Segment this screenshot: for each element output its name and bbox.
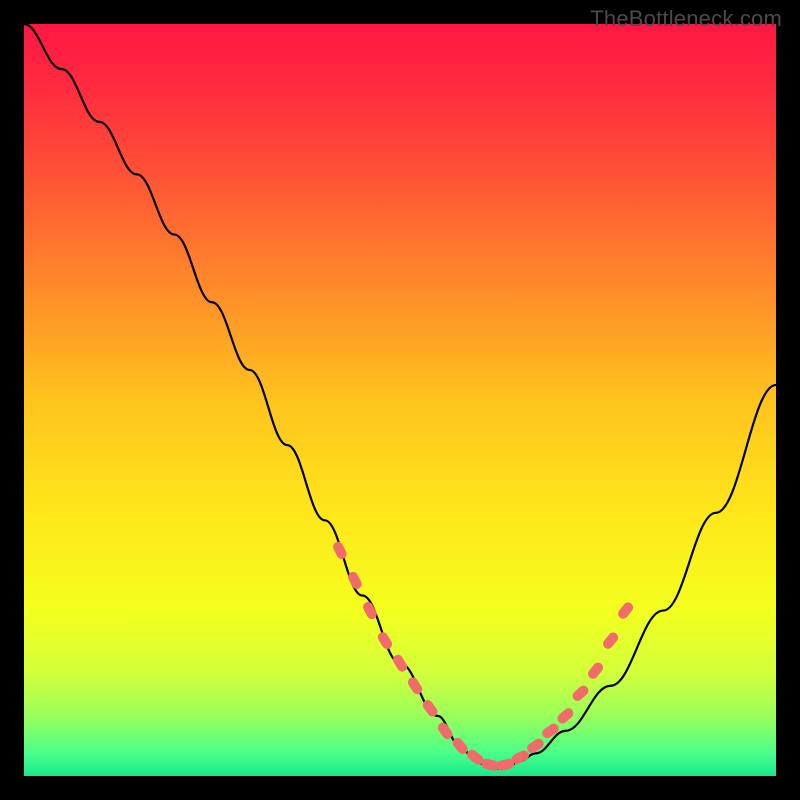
data-marker (616, 600, 635, 620)
chart-container: TheBottleneck.com (0, 0, 800, 800)
curve-layer (24, 24, 776, 776)
marker-group (331, 540, 635, 772)
data-marker (331, 540, 348, 561)
data-marker (391, 653, 409, 674)
data-marker (586, 661, 605, 681)
data-marker (376, 630, 394, 651)
data-marker (525, 737, 546, 755)
data-marker (570, 684, 590, 703)
data-marker (601, 631, 620, 651)
plot-area (24, 24, 776, 776)
data-marker (555, 706, 575, 725)
watermark-text: TheBottleneck.com (590, 6, 782, 32)
data-marker (540, 722, 561, 740)
data-marker (361, 600, 378, 621)
